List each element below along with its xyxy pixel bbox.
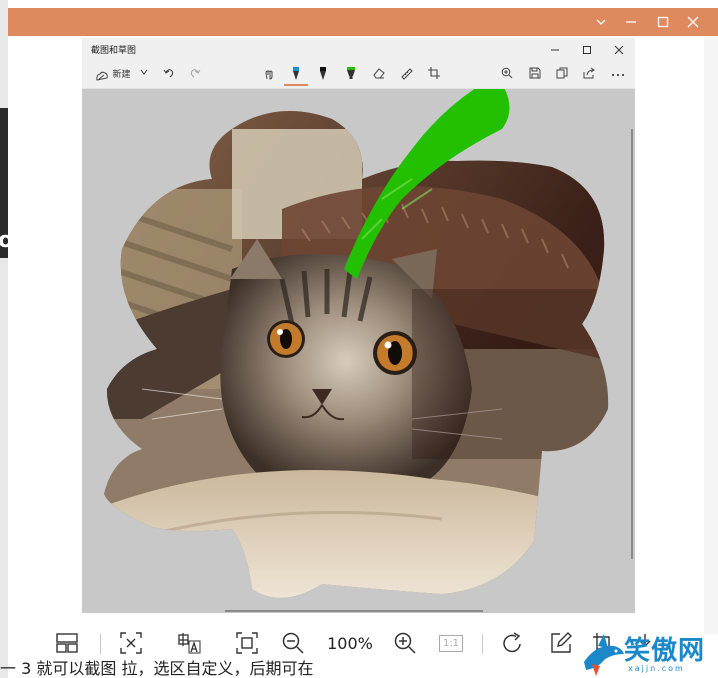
new-snip-icon <box>96 71 109 81</box>
ocr-text-icon[interactable] <box>174 626 204 660</box>
undo-icon[interactable] <box>160 66 178 84</box>
copy-icon[interactable] <box>553 66 571 84</box>
close-icon[interactable] <box>678 8 708 36</box>
snip-title-bar: 截图和草图 <box>82 38 635 62</box>
horizontal-scrollbar[interactable] <box>225 610 483 612</box>
toolbar-separator <box>100 634 101 654</box>
watermark: 笑傲网 xajjn.com <box>582 630 718 678</box>
snip-canvas[interactable] <box>82 89 635 613</box>
snip-minimize-icon[interactable] <box>539 38 571 62</box>
actual-size-button[interactable]: 1:1 <box>436 626 466 660</box>
snip-close-icon[interactable] <box>603 38 635 62</box>
viewer-title-bar <box>8 8 718 36</box>
shark-logo-icon <box>584 634 624 676</box>
redo-icon[interactable] <box>186 66 204 84</box>
layout-icon[interactable] <box>52 626 82 660</box>
watermark-url: xajjn.com <box>628 664 685 673</box>
background-scrollbar <box>703 34 718 634</box>
background-text: 一 3 就可以截图 拉，选区自定义，后期可在 <box>0 660 314 678</box>
rotate-icon[interactable] <box>498 626 528 660</box>
pencil-icon[interactable] <box>314 66 332 84</box>
crop-icon[interactable] <box>425 66 443 84</box>
new-snip-button[interactable]: 新建 <box>88 66 138 84</box>
ballpoint-pen-icon[interactable] <box>284 66 308 86</box>
chevron-down-icon[interactable] <box>136 66 152 84</box>
zoom-level[interactable]: 100% <box>320 626 380 660</box>
zoom-out-icon[interactable] <box>278 626 308 660</box>
toolbar-separator <box>482 634 483 654</box>
fit-screen-icon[interactable] <box>232 626 262 660</box>
share-icon[interactable] <box>580 66 598 84</box>
zoom-in-icon[interactable] <box>390 626 420 660</box>
snip-maximize-icon[interactable] <box>571 38 603 62</box>
edit-icon[interactable] <box>546 626 576 660</box>
snip-title: 截图和草图 <box>91 46 137 56</box>
new-snip-label: 新建 <box>112 70 131 80</box>
touch-writing-icon[interactable] <box>260 66 278 84</box>
snip-toolbar: 新建 <box>82 62 635 89</box>
ruler-icon[interactable] <box>398 66 416 84</box>
snip-sketch-window: 截图和草图 新建 <box>82 38 635 613</box>
background-window-edge: o <box>0 0 13 678</box>
minimize-icon[interactable] <box>616 8 646 36</box>
remove-background-icon[interactable] <box>116 626 146 660</box>
chevron-down-icon[interactable] <box>586 8 616 36</box>
vertical-scrollbar[interactable] <box>631 129 633 559</box>
more-icon[interactable] <box>608 66 628 84</box>
background-dark-panel: o <box>0 108 13 258</box>
save-icon[interactable] <box>526 66 544 84</box>
eraser-icon[interactable] <box>370 66 388 84</box>
actual-size-icon: 1:1 <box>438 634 464 652</box>
zoom-icon[interactable] <box>498 66 516 84</box>
watermark-text: 笑傲网 <box>624 636 706 666</box>
cat-photo <box>104 111 609 598</box>
maximize-icon[interactable] <box>648 8 678 36</box>
highlighter-icon[interactable] <box>342 66 360 84</box>
